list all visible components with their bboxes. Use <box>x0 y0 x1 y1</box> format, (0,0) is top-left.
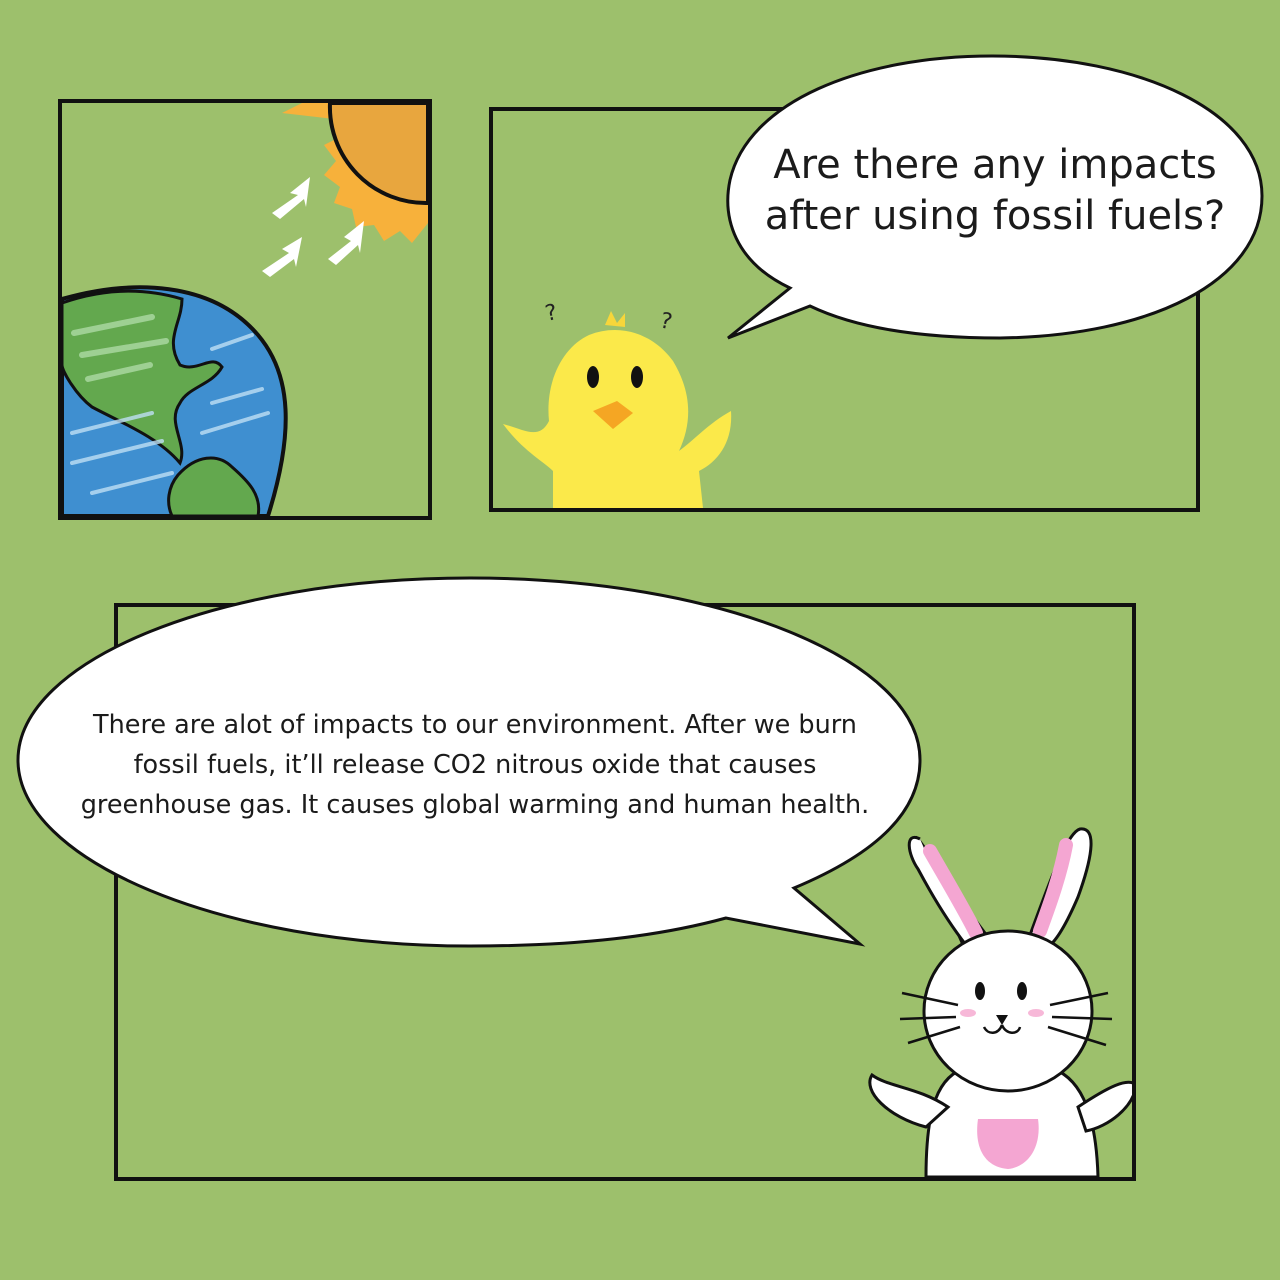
question-line-1: Are there any impacts <box>773 142 1217 188</box>
question-line-2: after using fossil fuels? <box>764 193 1226 239</box>
bunny-answer-text: There are alot of impacts to our environ… <box>60 705 890 825</box>
answer-line-1: There are alot of impacts to our environ… <box>93 710 857 740</box>
answer-line-3: greenhouse gas. It causes global warming… <box>80 790 870 820</box>
answer-line-2: fossil fuels, it’ll release CO2 nitrous … <box>133 750 817 780</box>
chick-question-text: Are there any impacts after using fossil… <box>735 140 1255 242</box>
